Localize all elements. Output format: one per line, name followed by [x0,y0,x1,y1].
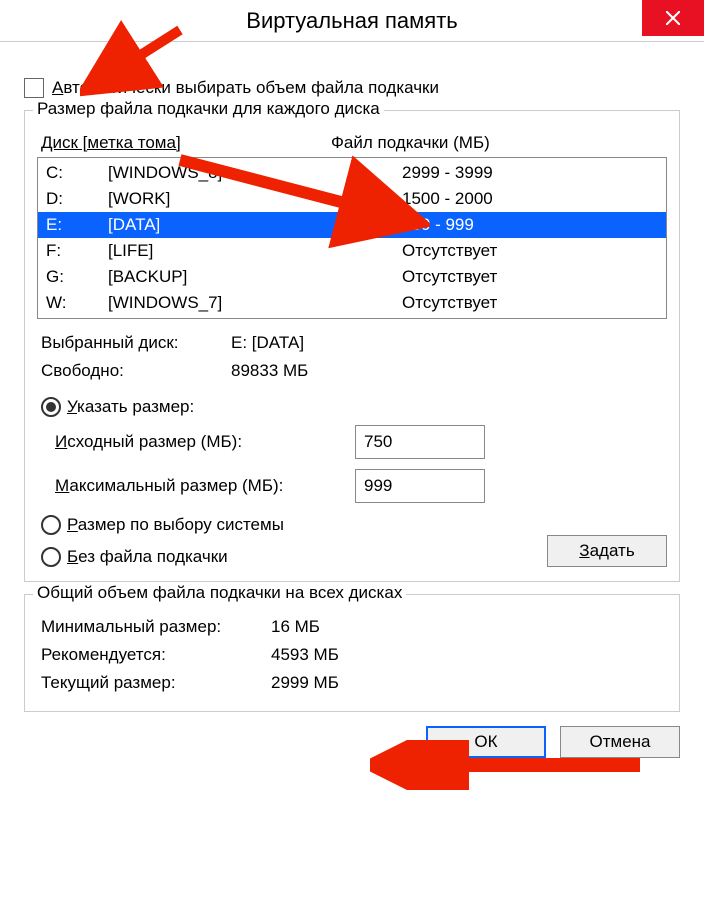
header-paging: Файл подкачки (МБ) [331,133,490,153]
close-icon [666,11,680,25]
drive-paging-size: 2999 - 3999 [402,160,658,186]
drive-letter: C: [46,160,108,186]
titlebar: Виртуальная память [0,0,704,42]
initial-size-input[interactable] [355,425,485,459]
drive-list-headers: Диск [метка тома] Файл подкачки (МБ) [41,133,667,153]
drive-letter: W: [46,290,108,316]
selected-drive-value: E: [DATA] [231,329,304,357]
auto-manage-row[interactable]: Автоматически выбирать объем файла подка… [24,78,680,98]
initial-size-label: Исходный размер (МБ): [55,432,355,452]
current-size-label: Текущий размер: [41,669,271,697]
drives-group: Размер файла подкачки для каждого диска … [24,110,680,582]
drive-label: [WORK] [108,186,402,212]
dialog-buttons: ОК Отмена [24,726,680,758]
drive-row[interactable]: D: [WORK] 1500 - 2000 [38,186,666,212]
drive-letter: F: [46,238,108,264]
drive-label: [LIFE] [108,238,402,264]
drive-paging-size: Отсутствует [402,290,658,316]
cancel-button[interactable]: Отмена [560,726,680,758]
drive-letter: D: [46,186,108,212]
drive-label: [WINDOWS_7] [108,290,402,316]
auto-manage-checkbox[interactable] [24,78,44,98]
drive-letter: G: [46,264,108,290]
drive-label: [BACKUP] [108,264,402,290]
drive-paging-size: 1500 - 2000 [402,186,658,212]
header-drive: Диск [метка тома] [41,133,331,153]
window-title: Виртуальная память [246,8,457,34]
set-button[interactable]: Задать [547,535,667,567]
drive-row[interactable]: G: [BACKUP] Отсутствует [38,264,666,290]
custom-size-label: Указать размер: [67,397,194,417]
drive-letter: E: [46,212,108,238]
no-paging-radio[interactable] [41,547,61,567]
drive-row[interactable]: E: [DATA] 750 - 999 [38,212,666,238]
recommended-value: 4593 МБ [271,641,339,669]
drive-row[interactable]: F: [LIFE] Отсутствует [38,238,666,264]
drive-label: [WINDOWS_8] [108,160,402,186]
min-size-value: 16 МБ [271,613,320,641]
auto-manage-label: Автоматически выбирать объем файла подка… [52,78,439,98]
close-button[interactable] [642,0,704,36]
drive-list[interactable]: C: [WINDOWS_8] 2999 - 3999 D: [WORK] 150… [37,157,667,319]
totals-group: Общий объем файла подкачки на всех диска… [24,594,680,712]
current-size-value: 2999 МБ [271,669,339,697]
drives-group-label: Размер файла подкачки для каждого диска [33,99,384,119]
totals-group-label: Общий объем файла подкачки на всех диска… [33,583,406,603]
custom-size-radio-row[interactable]: Указать размер: [41,397,667,417]
system-size-label: Размер по выбору системы [67,515,284,535]
no-paging-label: Без файла подкачки [67,547,228,567]
system-size-radio[interactable] [41,515,61,535]
drive-row[interactable]: C: [WINDOWS_8] 2999 - 3999 [38,160,666,186]
drive-paging-size: 750 - 999 [402,212,658,238]
free-space-value: 89833 МБ [231,357,308,385]
recommended-label: Рекомендуется: [41,641,271,669]
ok-button[interactable]: ОК [426,726,546,758]
drive-paging-size: Отсутствует [402,264,658,290]
selected-drive-label: Выбранный диск: [41,329,231,357]
max-size-label: Максимальный размер (МБ): [55,476,355,496]
drive-label: [DATA] [108,212,402,238]
drive-paging-size: Отсутствует [402,238,658,264]
system-size-radio-row[interactable]: Размер по выбору системы [41,515,667,535]
selected-drive-info: Выбранный диск: E: [DATA] Свободно: 8983… [41,329,667,385]
drive-row[interactable]: W: [WINDOWS_7] Отсутствует [38,290,666,316]
min-size-label: Минимальный размер: [41,613,271,641]
free-space-label: Свободно: [41,357,231,385]
max-size-input[interactable] [355,469,485,503]
custom-size-radio[interactable] [41,397,61,417]
